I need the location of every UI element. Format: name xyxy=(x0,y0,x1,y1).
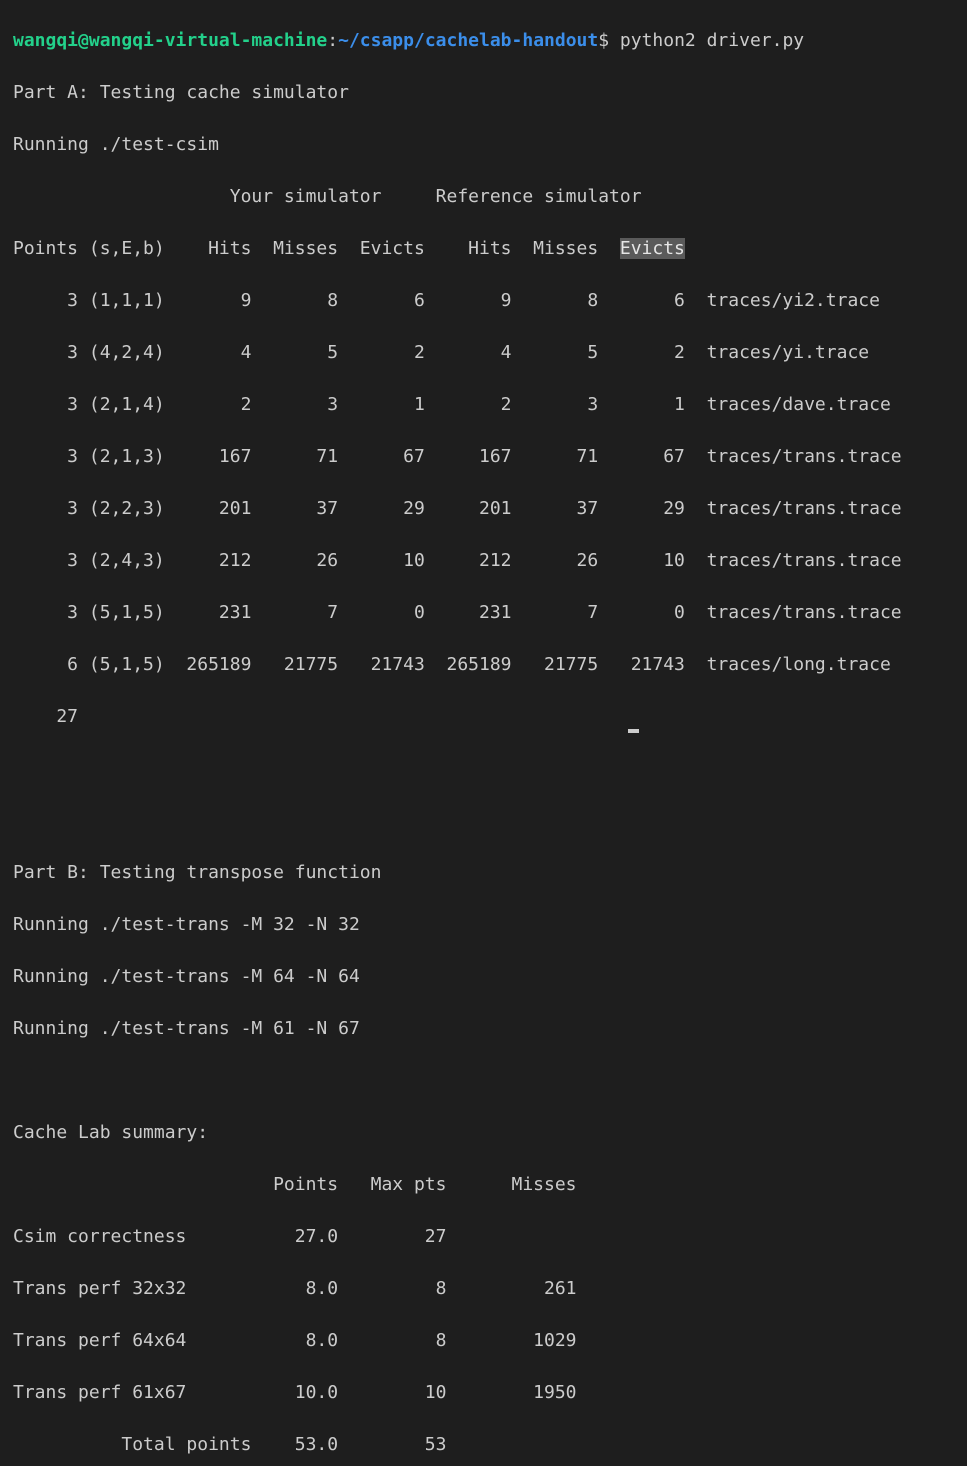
result-row: 3 (2,2,3) 201 37 29 201 37 29 traces/tra… xyxy=(13,498,902,519)
part-b-run: Running ./test-trans -M 64 -N 64 xyxy=(13,966,360,987)
part-a-group-header: Your simulator Reference simulator xyxy=(13,186,642,207)
column-header-selected-evicts: Evicts xyxy=(619,238,685,259)
summary-title: Cache Lab summary: xyxy=(13,1122,209,1143)
part-b-run: Running ./test-trans -M 32 -N 32 xyxy=(13,914,360,935)
summary-header: Points Max pts Misses xyxy=(13,1174,577,1195)
result-row: 3 (5,1,5) 231 7 0 231 7 0 traces/trans.t… xyxy=(13,602,902,623)
result-row: 3 (1,1,1) 9 8 6 9 8 6 traces/yi2.trace xyxy=(13,290,880,311)
result-row: 3 (2,4,3) 212 26 10 212 26 10 traces/tra… xyxy=(13,550,902,571)
summary-row: Trans perf 61x67 10.0 10 1950 xyxy=(13,1382,577,1403)
summary-total-row: Total points 53.0 53 xyxy=(13,1434,447,1455)
prompt-command: python2 driver.py xyxy=(609,30,805,51)
column-header-text: Points (s,E,b) Hits Misses Evicts Hits M… xyxy=(13,238,620,259)
part-a-title: Part A: Testing cache simulator xyxy=(13,82,349,103)
result-row: 3 (2,1,4) 2 3 1 2 3 1 traces/dave.trace xyxy=(13,394,891,415)
prompt-user-host: wangqi@wangqi-virtual-machine xyxy=(13,30,328,51)
part-b-run: Running ./test-trans -M 61 -N 67 xyxy=(13,1018,360,1039)
prompt-path: ~/csapp/cachelab-handout xyxy=(338,30,599,51)
terminal-cursor xyxy=(628,729,639,733)
result-row: 3 (2,1,3) 167 71 67 167 71 67 traces/tra… xyxy=(13,446,902,467)
prompt-separator: : xyxy=(327,30,339,51)
terminal-window[interactable]: wangqi@wangqi-virtual-machine:~/csapp/ca… xyxy=(0,0,967,1455)
prompt-line: wangqi@wangqi-virtual-machine:~/csapp/ca… xyxy=(13,28,967,54)
summary-row: Csim correctness 27.0 27 xyxy=(13,1226,447,1247)
result-row: 3 (4,2,4) 4 5 2 4 5 2 traces/yi.trace xyxy=(13,342,870,363)
part-a-column-header: Points (s,E,b) Hits Misses Evicts Hits M… xyxy=(13,236,967,262)
summary-row: Trans perf 64x64 8.0 8 1029 xyxy=(13,1330,577,1351)
result-row: 6 (5,1,5) 265189 21775 21743 265189 2177… xyxy=(13,654,891,675)
part-a-running: Running ./test-csim xyxy=(13,134,219,155)
prompt-symbol: $ xyxy=(598,30,610,51)
part-b-title: Part B: Testing transpose function xyxy=(13,862,382,883)
part-a-total: 27 xyxy=(13,706,79,727)
summary-row: Trans perf 32x32 8.0 8 261 xyxy=(13,1278,577,1299)
